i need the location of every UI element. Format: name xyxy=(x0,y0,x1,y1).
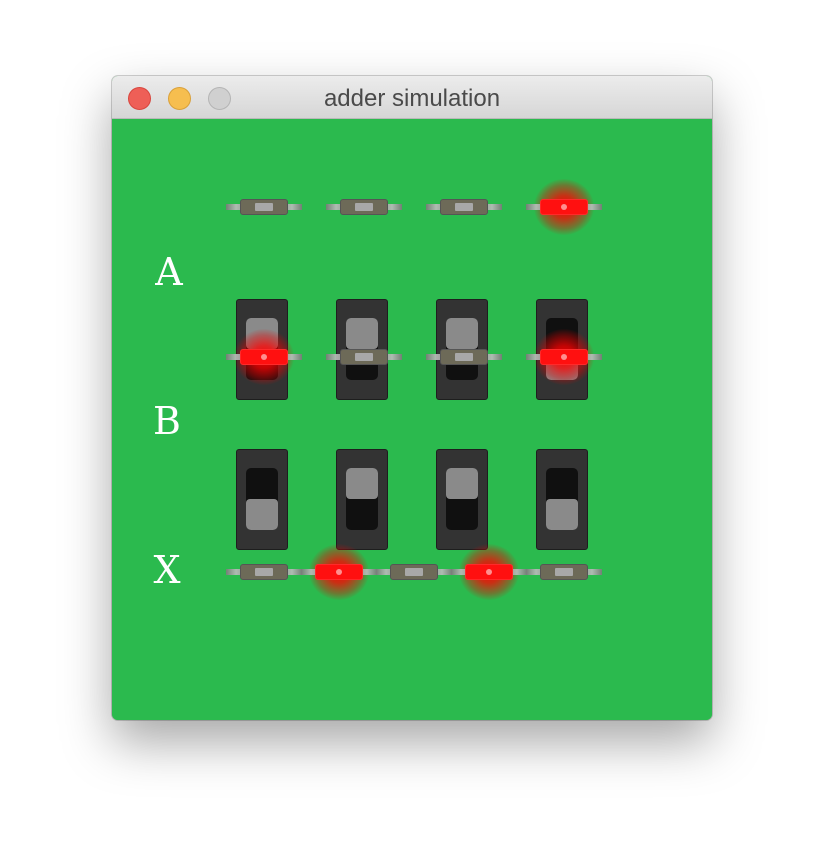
adder-board: A B X xyxy=(112,119,712,720)
switch-b-3[interactable] xyxy=(536,449,588,550)
led-a-3 xyxy=(526,179,602,235)
led-x-2 xyxy=(376,562,452,582)
switch-lever xyxy=(546,499,578,530)
led-x-3 xyxy=(451,544,527,600)
switch-lever xyxy=(446,468,478,499)
led-b-0 xyxy=(226,329,302,385)
row-label-a: A xyxy=(155,250,183,294)
switch-b-1[interactable] xyxy=(336,449,388,550)
switch-lever xyxy=(446,318,478,349)
led-x-1 xyxy=(301,544,377,600)
led-a-0 xyxy=(226,197,302,217)
switch-lever xyxy=(346,318,378,349)
app-window: adder simulation A B X xyxy=(112,76,712,720)
row-label-x: X xyxy=(153,548,181,592)
led-a-2 xyxy=(426,197,502,217)
row-label-b: B xyxy=(153,399,181,443)
switch-b-2[interactable] xyxy=(436,449,488,550)
window-title: adder simulation xyxy=(323,85,501,112)
switch-b-0[interactable] xyxy=(236,449,288,550)
led-b-3 xyxy=(526,329,602,385)
led-x-4 xyxy=(526,562,602,582)
led-b-2 xyxy=(426,347,502,367)
led-x-0 xyxy=(226,562,302,582)
switch-lever xyxy=(246,499,278,530)
title-bar[interactable]: adder simulation xyxy=(112,76,712,119)
led-a-1 xyxy=(326,197,402,217)
switch-lever xyxy=(346,468,378,499)
led-b-1 xyxy=(326,347,402,367)
